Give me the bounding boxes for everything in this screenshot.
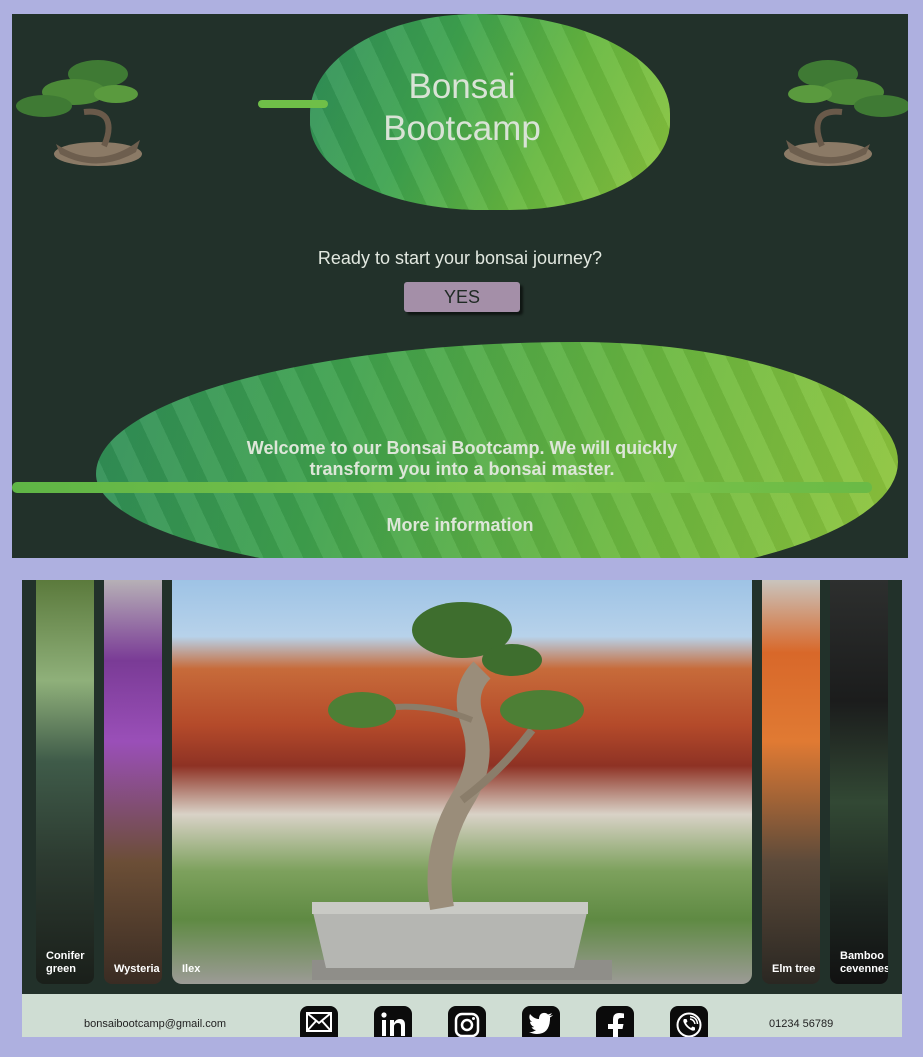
mail-icon[interactable] [300,1006,338,1037]
linkedin-icon[interactable] [374,1006,412,1037]
yes-button[interactable]: YES [404,282,520,312]
facebook-icon[interactable] [596,1006,634,1037]
phone-icon[interactable] [670,1006,708,1037]
title-line-2: Bootcamp [383,109,541,148]
twitter-icon[interactable] [522,1006,560,1037]
gallery-panel-ilex[interactable]: Ilex [172,580,752,984]
more-information-link[interactable]: More information [12,515,908,536]
bonsai-gallery: Conifer green Wysteria Ilex Elm tree Bam… [22,580,902,994]
gallery-panel-conifer[interactable]: Conifer green [36,580,94,984]
panel-label: Elm tree [772,963,816,975]
panel-label: Conifer green [46,950,85,975]
journey-prompt: Ready to start your bonsai journey? [317,248,603,268]
footer-email[interactable]: bonsaibootcamp@gmail.com [84,1018,226,1030]
bonsai-tree-image-right [784,60,908,166]
hero-section: Bonsai Bootcamp Ready to start your bons… [12,14,908,558]
page-title: Bonsai Bootcamp [310,66,614,150]
bonsai-tree-image-left [16,60,142,166]
bottom-leaf-stem [12,482,872,493]
ilex-bonsai-image [312,602,612,980]
footer-phone[interactable]: 01234 56789 [769,1018,833,1030]
panel-label: Bamboo cevennes [840,950,888,975]
gallery-panel-bamboo[interactable]: Bamboo cevennes [830,580,888,984]
instagram-icon[interactable] [448,1006,486,1037]
panel-label: Wysteria [114,963,160,975]
gallery-panel-elm[interactable]: Elm tree [762,580,820,984]
title-line-1: Bonsai [408,67,516,106]
welcome-text: Welcome to our Bonsai Bootcamp. We will … [246,438,678,479]
footer: bonsaibootcamp@gmail.com 01234 56789 [22,994,902,1037]
panel-label: Ilex [182,963,201,975]
gallery-panel-wysteria[interactable]: Wysteria [104,580,162,984]
